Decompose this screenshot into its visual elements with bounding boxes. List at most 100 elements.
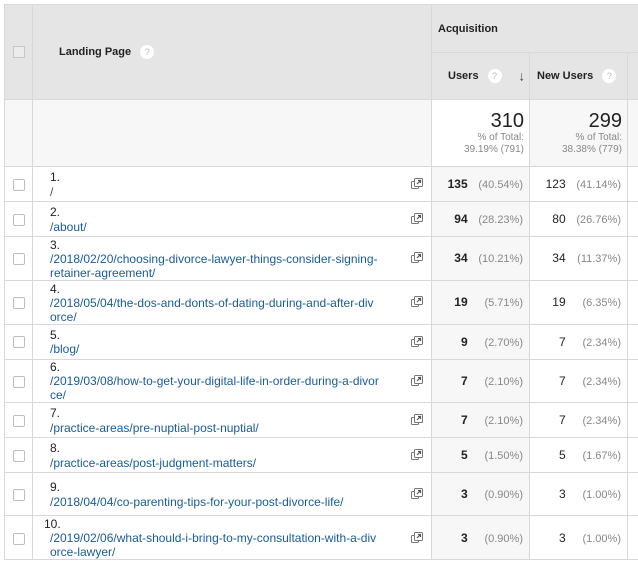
row-checkbox-cell: [4, 472, 33, 517]
help-icon[interactable]: ?: [487, 69, 502, 83]
row-checkbox-cell: [4, 515, 33, 561]
landing-page-header-label: Landing Page: [59, 45, 132, 58]
next-column-cell: [627, 236, 638, 281]
users-cell: 3 (0.90%): [431, 515, 530, 561]
new-users-value: 80: [552, 212, 566, 226]
table-row: 9./2018/04/04/co-parenting-tips-for-your…: [4, 472, 638, 517]
table-row: 6./2019/03/08/how-to-get-your-digital-li…: [4, 358, 638, 404]
open-in-new-window-icon[interactable]: [411, 178, 423, 190]
next-column-total-cell: [627, 99, 638, 167]
report-table-container: Landing Page ? Acquisition Users ? ↓ New…: [4, 4, 638, 561]
new-users-cell: 80 (26.76%): [529, 201, 628, 237]
landing-page-link[interactable]: /2019/03/08/how-to-get-your-digital-life…: [50, 374, 380, 402]
landing-page-link[interactable]: /about/: [50, 220, 380, 234]
landing-page-link[interactable]: /2018/04/04/co-parenting-tips-for-your-p…: [50, 495, 380, 509]
landing-page-link[interactable]: /2019/02/06/what-should-i-bring-to-my-co…: [50, 531, 380, 559]
row-checkbox[interactable]: [12, 450, 25, 463]
open-in-new-window-icon[interactable]: [411, 488, 423, 500]
landing-page-link[interactable]: /practice-areas/post-judgment-matters/: [50, 456, 380, 470]
next-column-cell: [627, 279, 638, 325]
landing-page-cell: 3./2018/02/20/choosing-divorce-lawyer-th…: [32, 236, 432, 281]
totals-row: 310 % of Total: 39.19% (791) 299 % of To…: [4, 99, 638, 167]
users-percent: (1.50%): [484, 450, 523, 463]
help-icon[interactable]: ?: [602, 69, 617, 83]
row-index: 2.: [50, 205, 61, 219]
landing-page-cell: 1./: [32, 166, 432, 202]
new-users-column-header[interactable]: New Users ?: [529, 52, 628, 100]
users-percent: (2.10%): [484, 415, 523, 428]
row-checkbox[interactable]: [12, 213, 25, 226]
new-users-value: 123: [545, 177, 566, 191]
open-in-new-window-icon[interactable]: [411, 375, 423, 387]
new-users-cell: 3 (1.00%): [529, 515, 628, 561]
table-row: 8./practice-areas/post-judgment-matters/…: [4, 437, 638, 474]
row-checkbox[interactable]: [12, 297, 25, 310]
next-column-cell: [627, 515, 638, 561]
users-value: 5: [460, 448, 468, 463]
open-in-new-window-icon[interactable]: [411, 252, 423, 264]
users-percent: (5.71%): [484, 297, 523, 310]
row-checkbox[interactable]: [12, 375, 25, 388]
new-users-percent: (2.34%): [582, 376, 621, 389]
new-users-value: 5: [558, 448, 566, 463]
landing-page-header[interactable]: Landing Page ?: [32, 4, 432, 100]
new-users-cell: 3 (1.00%): [529, 472, 628, 517]
new-users-total-pct-label: % of Total:: [575, 132, 622, 143]
new-users-cell: 7 (2.34%): [529, 402, 628, 439]
new-users-value: 7: [558, 374, 566, 389]
new-users-header-label: New Users: [537, 69, 594, 82]
open-in-new-window-icon[interactable]: [411, 213, 423, 225]
new-users-cell: 123 (41.14%): [529, 166, 628, 202]
landing-page-link[interactable]: /2018/02/20/choosing-divorce-lawyer-thin…: [50, 252, 380, 280]
next-column-cell: [627, 437, 638, 474]
users-cell: 135 (40.54%): [431, 166, 530, 202]
next-column-cell: [627, 402, 638, 439]
next-column-header[interactable]: [627, 52, 638, 100]
landing-page-link[interactable]: /blog/: [50, 342, 380, 356]
row-checkbox-cell: [4, 402, 33, 439]
acquisition-group-header: Acquisition: [431, 4, 638, 53]
new-users-value: 3: [558, 487, 566, 502]
acquisition-group-label: Acquisition: [438, 22, 498, 35]
row-checkbox[interactable]: [12, 532, 25, 545]
open-in-new-window-icon[interactable]: [411, 531, 423, 544]
landing-page-link[interactable]: /practice-areas/pre-nuptial-post-nuptial…: [50, 421, 380, 435]
landing-page-link[interactable]: /2018/05/04/the-dos-and-donts-of-dating-…: [50, 296, 380, 324]
table-row: 2./about/ 94 (28.23%) 80 (26.76%): [4, 201, 638, 237]
new-users-percent: (1.00%): [582, 489, 621, 502]
new-users-percent: (1.00%): [582, 532, 621, 545]
row-checkbox[interactable]: [12, 489, 25, 502]
open-in-new-window-icon[interactable]: [411, 449, 423, 461]
table-row: 3./2018/02/20/choosing-divorce-lawyer-th…: [4, 236, 638, 281]
row-checkbox-cell: [4, 279, 33, 325]
users-value: 9: [460, 334, 468, 349]
users-total-cell: 310 % of Total: 39.19% (791): [431, 99, 530, 167]
open-in-new-window-icon[interactable]: [411, 296, 423, 308]
row-index: 9.: [50, 480, 61, 495]
landing-page-link[interactable]: /: [50, 185, 380, 199]
users-percent: (10.21%): [478, 253, 523, 266]
table-row: 5./blog/ 9 (2.70%) 7 (2.34%): [4, 323, 638, 360]
open-in-new-window-icon[interactable]: [411, 414, 423, 426]
users-cell: 9 (2.70%): [431, 323, 530, 360]
help-icon[interactable]: ?: [140, 45, 155, 59]
new-users-cell: 5 (1.67%): [529, 437, 628, 474]
table-row: 7./practice-areas/pre-nuptial-post-nupti…: [4, 402, 638, 439]
new-users-cell: 7 (2.34%): [529, 323, 628, 360]
users-value: 94: [454, 212, 468, 226]
landing-page-cell: 8./practice-areas/post-judgment-matters/: [32, 437, 432, 474]
users-column-header[interactable]: Users ? ↓: [431, 52, 530, 100]
arrow-down-icon[interactable]: ↓: [519, 69, 526, 84]
landing-page-cell: 10./2019/02/06/what-should-i-bring-to-my…: [32, 515, 432, 561]
row-checkbox-cell: [4, 236, 33, 281]
row-checkbox-cell: [4, 166, 33, 202]
select-all-checkbox[interactable]: [12, 46, 25, 59]
row-checkbox[interactable]: [12, 336, 25, 349]
row-checkbox[interactable]: [12, 178, 25, 191]
row-index: 7.: [50, 406, 61, 421]
row-checkbox[interactable]: [12, 415, 25, 428]
table-row: 10./2019/02/06/what-should-i-bring-to-my…: [4, 515, 638, 561]
users-value: 7: [460, 374, 468, 389]
row-checkbox[interactable]: [12, 253, 25, 266]
open-in-new-window-icon[interactable]: [411, 335, 423, 348]
